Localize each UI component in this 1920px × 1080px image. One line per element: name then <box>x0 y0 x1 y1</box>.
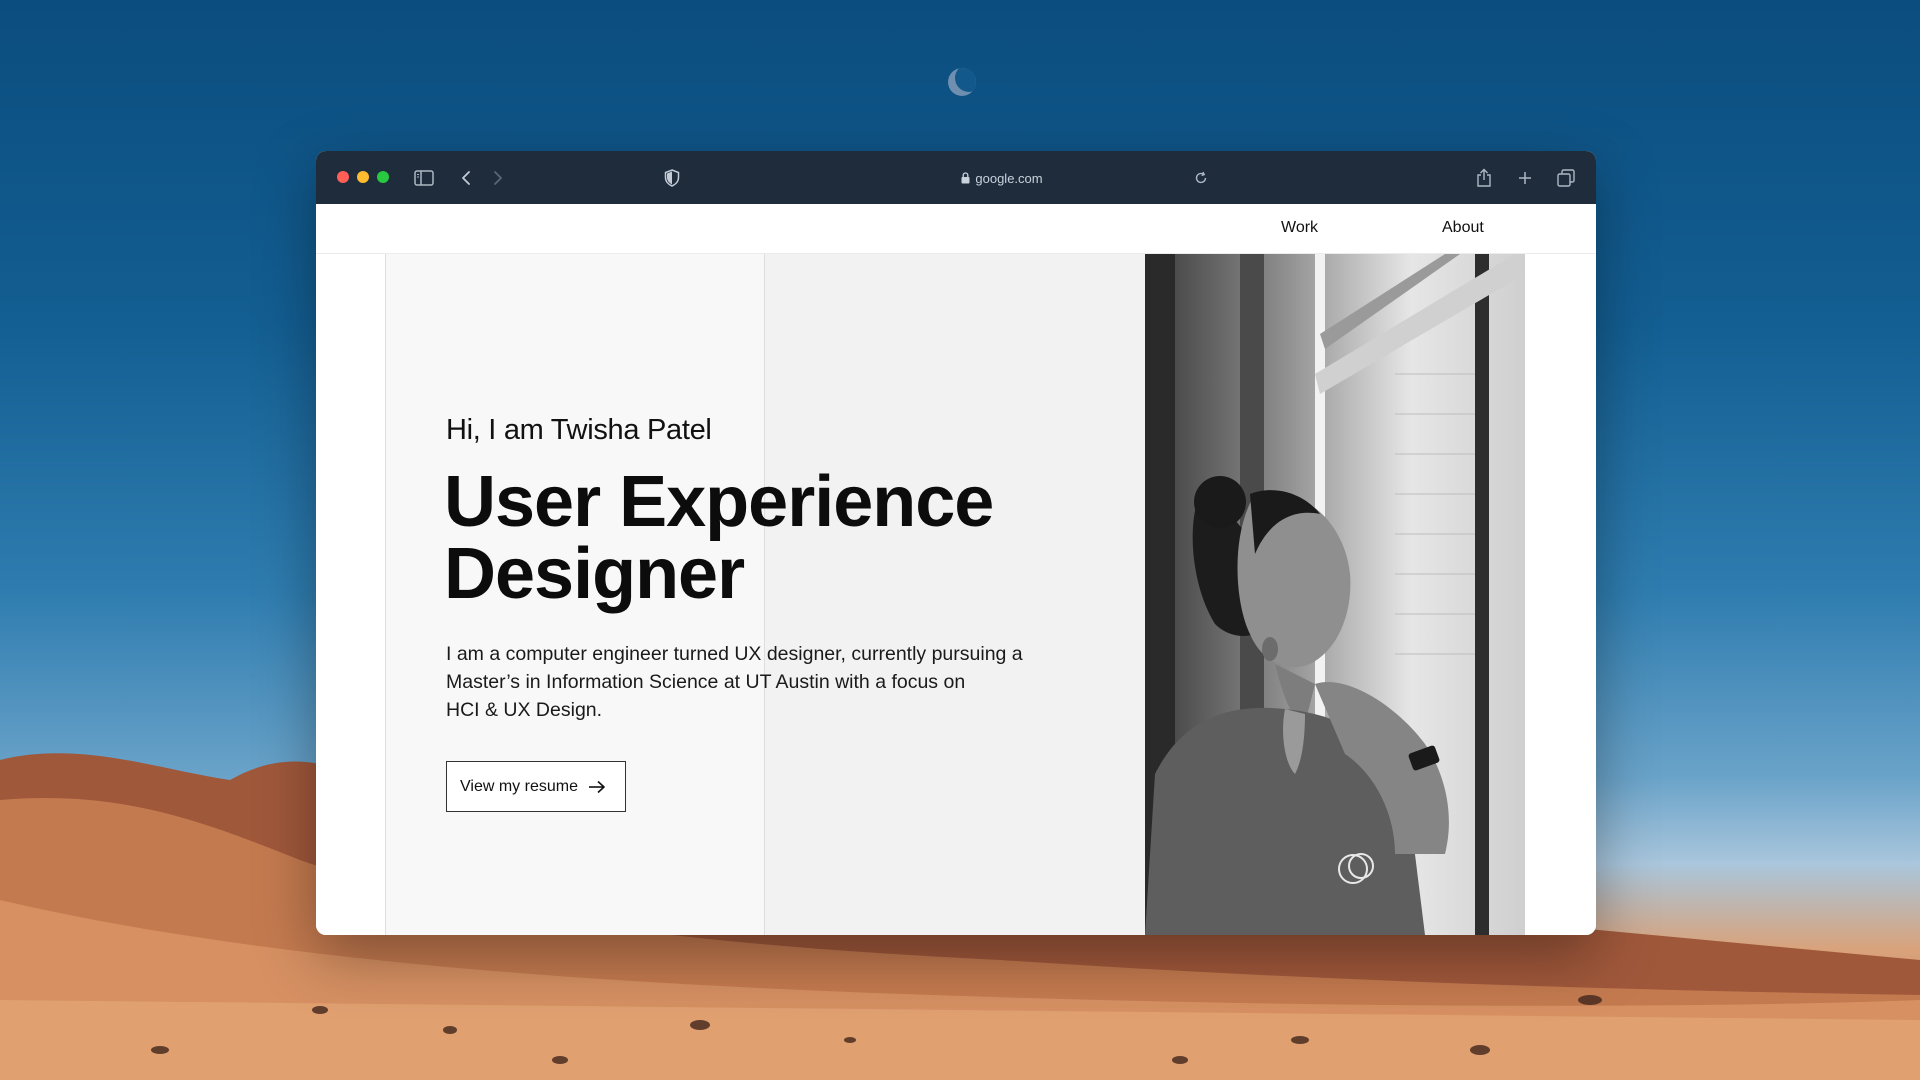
hero-section: Hi, I am Twisha Patel User Experience De… <box>316 254 1596 935</box>
site-nav: Work About <box>316 204 1596 254</box>
minimize-button[interactable] <box>357 171 369 183</box>
chevron-right-icon[interactable] <box>488 168 508 188</box>
web-page: Work About Hi, I am Twisha Patel User Ex… <box>316 204 1596 935</box>
tab-overview-icon[interactable] <box>1556 168 1576 188</box>
reload-icon[interactable] <box>1191 168 1211 188</box>
close-button[interactable] <box>337 171 349 183</box>
nav-work-link[interactable]: Work <box>1281 219 1318 237</box>
bio-line-3: HCI & UX Design. <box>446 699 603 721</box>
browser-window: google.com Work About Hi, I am Twisha Pa… <box>316 151 1596 935</box>
lock-icon <box>961 172 970 184</box>
share-icon[interactable] <box>1474 168 1494 188</box>
url-text: google.com <box>975 170 1043 186</box>
window-controls <box>337 171 389 183</box>
bio-line-1: I am a computer engineer turned UX desig… <box>446 643 1023 665</box>
profile-photo <box>1145 254 1525 935</box>
bio-line-2: Master’s in Information Science at UT Au… <box>446 671 966 693</box>
headline-line-1: User Experience <box>444 462 994 542</box>
headline-line-2: Designer <box>444 534 745 614</box>
sidebar-toggle-icon[interactable] <box>414 168 434 188</box>
shield-icon[interactable] <box>662 168 682 188</box>
plus-icon[interactable] <box>1515 168 1535 188</box>
zoom-button[interactable] <box>377 171 389 183</box>
chevron-left-icon[interactable] <box>456 168 476 188</box>
browser-toolbar: google.com <box>316 151 1596 204</box>
address-bar[interactable]: google.com <box>912 168 1092 188</box>
greeting-text: Hi, I am Twisha Patel <box>446 414 712 446</box>
view-resume-label: View my resume <box>460 777 578 795</box>
nav-about-link[interactable]: About <box>1442 219 1484 237</box>
moon <box>948 68 976 96</box>
page-title: User Experience Designer <box>444 466 1064 610</box>
bio-text: I am a computer engineer turned UX desig… <box>446 640 1126 724</box>
view-resume-button[interactable]: View my resume <box>446 761 626 812</box>
arrow-right-icon <box>588 780 605 793</box>
